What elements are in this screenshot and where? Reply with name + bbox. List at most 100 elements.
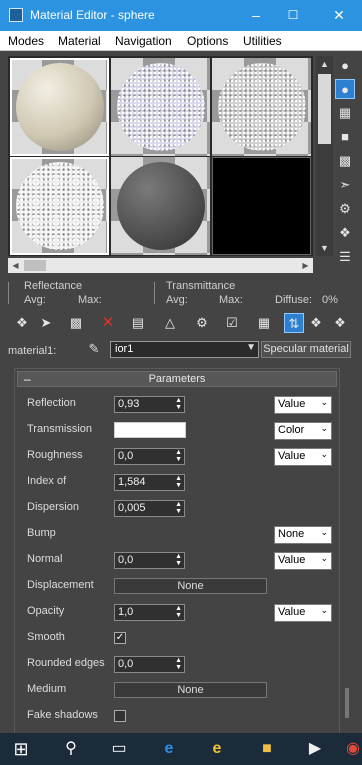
transmission-mode-select[interactable]: Color ⌄ <box>274 422 332 440</box>
smooth-checkbox[interactable]: ✓ <box>114 632 126 644</box>
media-player-icon[interactable]: ▶ <box>302 737 328 761</box>
diffuse-label: Diffuse: <box>275 294 313 306</box>
material-id-zero-icon[interactable]: ☑ <box>222 313 242 333</box>
material-sphere <box>117 162 205 250</box>
roughness-label: Roughness <box>27 449 83 461</box>
scroll-down-icon[interactable]: ▼ <box>316 240 333 256</box>
max-label: Max: <box>219 294 243 306</box>
minimize-icon[interactable]: – <box>246 6 266 24</box>
slots-vertical-scrollbar[interactable]: ▲ ▼ <box>316 56 333 256</box>
sample-slots <box>8 56 313 256</box>
rollout-header[interactable]: – Parameters <box>17 371 337 387</box>
sample-slot-2[interactable] <box>111 58 210 156</box>
go-forward-sibling-icon[interactable]: ❖ <box>330 313 350 333</box>
show-end-result-icon[interactable]: ⇅ <box>284 313 304 333</box>
slots-horizontal-scrollbar[interactable]: ◀ ▶ <box>8 258 313 273</box>
sample-slot-5[interactable] <box>111 157 210 255</box>
material-type-button[interactable]: Specular material <box>261 341 351 358</box>
reflection-spinner[interactable]: 0,93 ▲ ▼ <box>114 396 185 413</box>
edge-icon[interactable]: e <box>156 737 182 761</box>
go-to-parent-icon[interactable]: ❖ <box>306 313 326 333</box>
scroll-thumb[interactable] <box>24 260 46 271</box>
reflection-mode-select[interactable]: Value ⌄ <box>274 396 332 414</box>
sample-type-icon[interactable]: ● <box>335 56 355 76</box>
opacity-label: Opacity <box>27 605 65 617</box>
roughness-mode-select[interactable]: Value ⌄ <box>274 448 332 466</box>
menu-material[interactable]: Material <box>58 34 101 48</box>
normal-mode-value: Value <box>278 554 306 566</box>
roughness-mode-value: Value <box>278 450 306 462</box>
reset-map-icon[interactable]: ✕ <box>98 313 118 333</box>
maximize-icon[interactable]: ☐ <box>283 6 303 24</box>
chevron-down-icon[interactable]: ▼ <box>246 342 256 353</box>
chrome-icon[interactable]: ◉ <box>340 737 362 761</box>
video-color-check-icon[interactable]: ▩ <box>335 151 355 171</box>
material-id-channel-icon[interactable]: ⚙ <box>192 313 212 333</box>
make-preview-icon[interactable]: ➣ <box>335 175 355 195</box>
spinner-arrows-icon[interactable]: ▲ ▼ <box>175 449 182 463</box>
sample-slot-1[interactable] <box>10 58 109 156</box>
divider <box>8 282 9 304</box>
sample-slot-4[interactable] <box>10 157 109 255</box>
dispersion-spinner[interactable]: 0,005 ▲ ▼ <box>114 500 185 517</box>
bump-mode-select[interactable]: None ⌄ <box>274 526 332 544</box>
spinner-arrows-icon[interactable]: ▲ ▼ <box>175 475 182 489</box>
make-unique-icon[interactable]: ▤ <box>128 313 148 333</box>
rounded-edges-spinner[interactable]: 0,0 ▲ ▼ <box>114 656 185 673</box>
ior-row: Index of 1,584 ▲ ▼ <box>15 473 341 493</box>
scroll-thumb[interactable] <box>345 688 349 718</box>
menu-options[interactable]: Options <box>187 34 228 48</box>
menu-utilities[interactable]: Utilities <box>243 34 282 48</box>
ior-spinner[interactable]: 1,584 ▲ ▼ <box>114 474 185 491</box>
spinner-arrows-icon[interactable]: ▲ ▼ <box>175 553 182 567</box>
sample-slot-3[interactable] <box>212 58 311 156</box>
task-view-icon[interactable]: ▭ <box>106 737 132 761</box>
put-to-library-icon[interactable]: △ <box>160 313 180 333</box>
sample-slot-6[interactable] <box>212 157 311 255</box>
bump-label: Bump <box>27 527 56 539</box>
transmission-color-swatch[interactable] <box>114 422 186 438</box>
displacement-map-button[interactable]: None <box>114 578 267 594</box>
scroll-up-icon[interactable]: ▲ <box>316 56 333 72</box>
opacity-spinner[interactable]: 1,0 ▲ ▼ <box>114 604 185 621</box>
windows-start-icon[interactable]: ⊞ <box>8 737 34 761</box>
normal-spinner[interactable]: 0,0 ▲ ▼ <box>114 552 185 569</box>
scroll-left-icon[interactable]: ◀ <box>8 258 23 273</box>
get-material-icon[interactable]: ❖ <box>12 313 32 333</box>
search-icon[interactable]: ⚲ <box>58 737 84 761</box>
spinner-arrows-icon[interactable]: ▲ ▼ <box>175 657 182 671</box>
assign-to-selection-icon[interactable]: ▩ <box>66 313 86 333</box>
menu-navigation[interactable]: Navigation <box>115 34 172 48</box>
parameters-scrollbar[interactable] <box>344 368 350 734</box>
opacity-value: 1,0 <box>118 606 134 618</box>
backlight-icon[interactable]: ● <box>335 79 355 99</box>
scroll-thumb[interactable] <box>318 74 331 144</box>
options-icon[interactable]: ⚙ <box>335 199 355 219</box>
scroll-right-icon[interactable]: ▶ <box>298 258 313 273</box>
material-map-navigator-icon[interactable]: ☰ <box>335 247 355 267</box>
put-to-scene-icon[interactable]: ➤ <box>36 313 56 333</box>
chevron-down-icon: ⌄ <box>320 423 328 433</box>
fake-shadows-checkbox[interactable] <box>114 710 126 722</box>
spinner-arrows-icon[interactable]: ▲ ▼ <box>175 397 182 411</box>
menu-modes[interactable]: Modes <box>8 34 44 48</box>
rounded-edges-label: Rounded edges <box>27 657 105 669</box>
medium-map-button[interactable]: None <box>114 682 267 698</box>
bump-mode-value: None <box>278 528 305 540</box>
eyedropper-icon[interactable]: ✎ <box>84 341 104 359</box>
material-name-field[interactable]: ior1 ▼ <box>110 341 259 358</box>
sample-uv-tiling-icon[interactable]: ■ <box>335 127 355 147</box>
show-shaded-icon[interactable]: ▦ <box>254 313 274 333</box>
background-icon[interactable]: ▦ <box>335 103 355 123</box>
spinner-arrows-icon[interactable]: ▲ ▼ <box>175 501 182 515</box>
opacity-mode-select[interactable]: Value ⌄ <box>274 604 332 622</box>
chevron-down-icon: ⌄ <box>320 605 328 615</box>
displacement-row: Displacement None <box>15 577 341 597</box>
close-icon[interactable]: ✕ <box>329 6 349 24</box>
spinner-arrows-icon[interactable]: ▲ ▼ <box>175 605 182 619</box>
roughness-spinner[interactable]: 0,0 ▲ ▼ <box>114 448 185 465</box>
normal-mode-select[interactable]: Value ⌄ <box>274 552 332 570</box>
select-by-material-icon[interactable]: ❖ <box>335 223 355 243</box>
internet-explorer-icon[interactable]: e <box>204 737 230 761</box>
file-explorer-icon[interactable]: ■ <box>254 737 280 761</box>
